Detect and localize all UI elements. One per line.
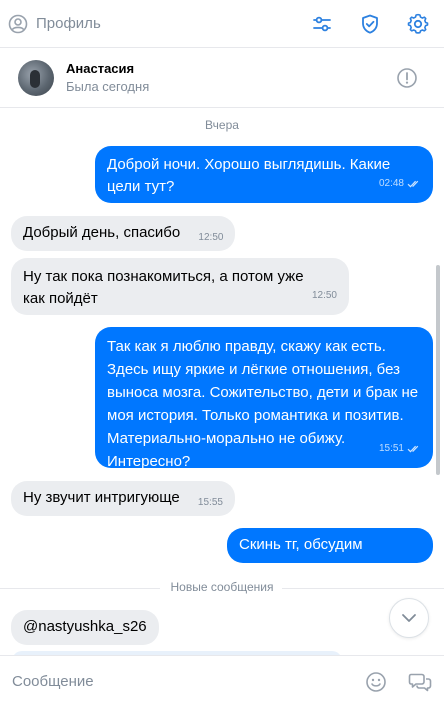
new-messages-label: Новые сообщения [170,580,274,594]
double-check-icon [281,568,293,576]
user-circle-icon [8,14,28,33]
contact-status: Была сегодня [66,79,150,94]
filters-button[interactable] [310,12,334,36]
message-time: 15:51 [379,437,421,460]
new-messages-separator: Новые сообщения [0,580,444,596]
chat-scrollbar[interactable] [436,265,440,475]
message-bubble-incoming[interactable]: Ну так пока познакомиться, а потом уже к… [11,258,349,315]
time-label: 15:51 [378,443,404,454]
time-label: 12:50 [311,290,337,301]
contact-info[interactable]: Анастасия Была сегодня [66,61,149,94]
message-time: 02:48 [379,173,421,195]
avatar[interactable] [18,59,54,96]
date-separator: Вчера [205,118,239,132]
top-bar: Профиль [0,0,444,48]
chevron-down-icon [402,614,416,622]
time-label: 15:55 [197,497,223,508]
templates-button[interactable] [408,670,432,694]
message-time: 12:50 [312,285,337,307]
message-time: 12:50 [198,227,223,249]
toolbar [286,12,430,36]
shield-check-icon [362,14,378,34]
message-bubble-incoming[interactable]: Ну звучит интригующе 15:55 [11,481,235,516]
emoji-button[interactable] [364,670,388,694]
message-text: Так как я люблю правду, скажу как есть. … [107,338,419,470]
message-text: Доброй ночи. Хорошо выглядишь. Какие цел… [107,156,391,195]
scroll-to-bottom-button[interactable] [389,598,429,638]
message-bubble-outgoing[interactable]: Доброй ночи. Хорошо выглядишь. Какие цел… [95,146,433,203]
message-text: Скинь тг, обсудим [239,536,363,553]
message-composer [0,655,444,707]
message-bubble-outgoing[interactable]: Так как я люблю правду, скажу как есть. … [95,327,433,470]
settings-button[interactable] [406,12,430,36]
security-button[interactable] [358,12,382,36]
message-input[interactable] [12,673,342,690]
profile-link[interactable]: Профиль [8,14,101,34]
double-check-icon [407,445,419,452]
message-text: @nastyushka_s26 [23,618,147,635]
message-text: Добрый день, спасибо [23,224,181,241]
emoji-icon [366,671,386,692]
message-bubble-incoming[interactable]: @nastyushka_s26 [11,610,159,645]
message-bubble-outgoing[interactable]: Скинь тг, обсудим 17:43 [227,528,433,577]
time-label: 02:48 [378,178,404,189]
message-time: 15:55 [198,492,223,514]
sliders-icon [313,16,331,31]
time-label: 12:50 [198,232,224,243]
message-bubble-incoming[interactable]: Добрый день, спасибо 12:50 [11,216,236,251]
warning-circle-icon [397,67,417,88]
conversation-header: Анастасия Была сегодня [0,48,444,108]
message-text: Ну так пока познакомиться, а потом уже к… [23,268,304,307]
chat-history: Вчера Доброй ночи. Хорошо выглядишь. Как… [0,108,444,655]
report-button[interactable] [396,67,418,89]
profile-label: Профиль [36,15,101,32]
message-text: Ну звучит интригующе [23,489,180,506]
contact-name: Анастасия [66,61,135,76]
gear-icon [407,13,429,34]
double-check-icon [407,180,419,188]
chat-bubbles-icon [408,673,432,691]
